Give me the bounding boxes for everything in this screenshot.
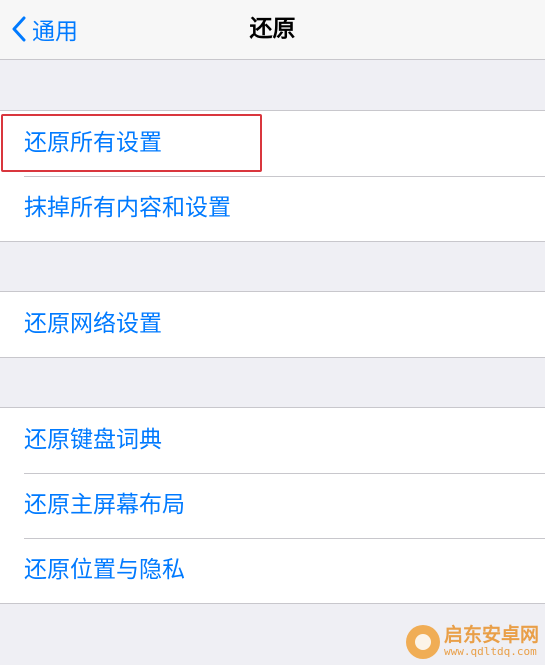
reset-group-3: 还原键盘词典 还原主屏幕布局 还原位置与隐私 [0, 407, 545, 604]
reset-keyboard-dictionary[interactable]: 还原键盘词典 [0, 408, 545, 473]
navigation-bar: 通用 还原 [0, 0, 545, 60]
watermark-name: 启东安卓网 [443, 624, 539, 647]
watermark: 启东安卓网 www.qdltdq.com [405, 624, 539, 659]
reset-home-screen-layout[interactable]: 还原主屏幕布局 [0, 473, 545, 538]
watermark-url: www.qdltdq.com [443, 645, 537, 659]
reset-location-privacy[interactable]: 还原位置与隐私 [0, 538, 545, 603]
erase-all-content-and-settings[interactable]: 抹掉所有内容和设置 [0, 176, 545, 241]
reset-group-2: 还原网络设置 [0, 291, 545, 358]
highlight-box [1, 114, 262, 172]
page-title: 还原 [249, 16, 296, 42]
reset-network-settings[interactable]: 还原网络设置 [0, 292, 545, 357]
watermark-logo-icon [405, 625, 440, 659]
